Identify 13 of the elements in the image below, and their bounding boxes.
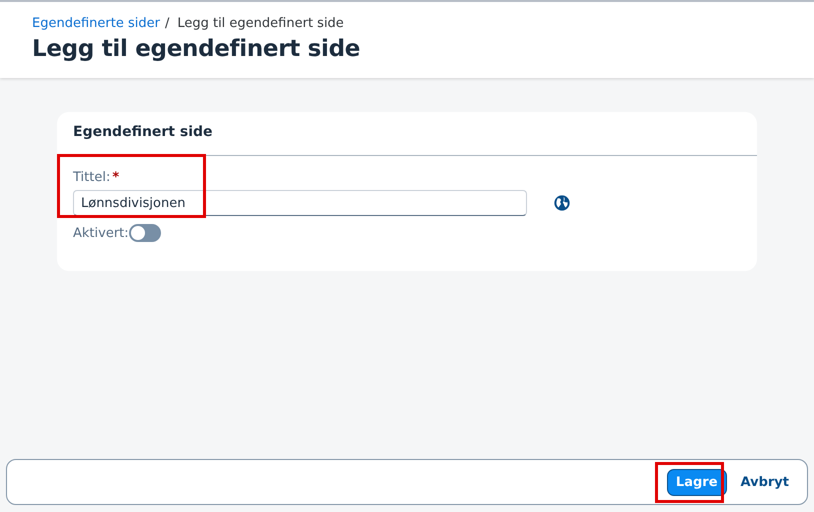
title-input-field[interactable]: Lønnsdivisjonen bbox=[73, 190, 527, 216]
toggle-switch[interactable] bbox=[128, 224, 161, 242]
card-title: Egendefinert side bbox=[57, 112, 757, 156]
cancel-button[interactable]: Avbryt bbox=[736, 468, 793, 496]
save-button[interactable]: Lagre bbox=[666, 468, 727, 496]
page-title: Legg til egendefinert side bbox=[32, 36, 362, 62]
field-label: Tittel: bbox=[73, 170, 110, 185]
breadcrumb-current: Legg til egendefinert side bbox=[177, 16, 344, 30]
toggle-label: Aktivert: bbox=[73, 226, 129, 240]
globe-icon[interactable] bbox=[553, 194, 571, 212]
breadcrumb-separator: / bbox=[164, 16, 170, 30]
breadcrumb-link[interactable]: Egendefinerte sider bbox=[32, 16, 160, 30]
required-mark: * bbox=[112, 170, 120, 185]
